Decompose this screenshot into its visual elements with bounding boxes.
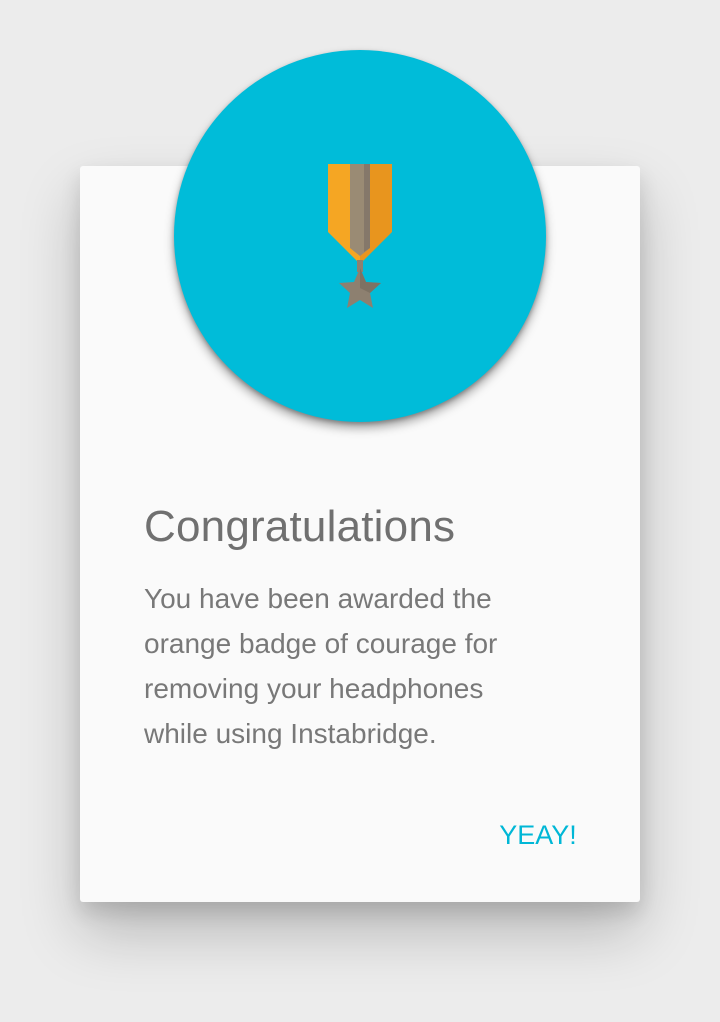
- medal-icon: [328, 164, 392, 308]
- badge-circle: [174, 50, 546, 422]
- yeay-button[interactable]: YEAY!: [486, 812, 590, 858]
- dialog-message: You have been awarded the orange badge o…: [144, 583, 498, 749]
- dialog-title: Congratulations: [144, 502, 456, 551]
